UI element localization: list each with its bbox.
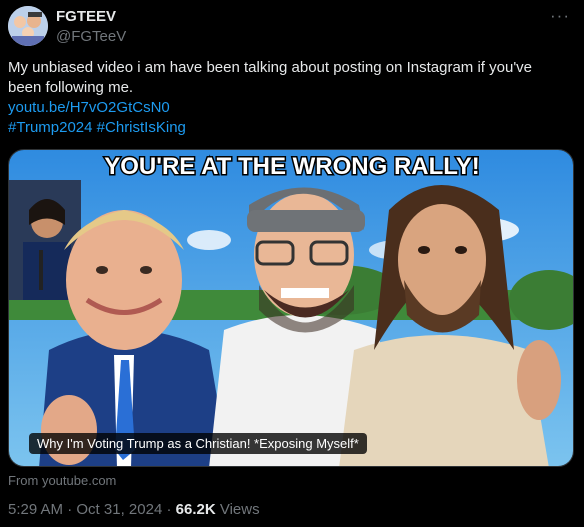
hashtag-christisking[interactable]: #ChristIsKing: [97, 119, 186, 136]
video-thumbnail: YOU'RE AT THE WRONG RALLY!: [9, 150, 573, 466]
video-title: Why I'm Voting Trump as a Christian! *Ex…: [29, 433, 367, 454]
tweet-date[interactable]: Oct 31, 2024: [76, 501, 162, 518]
thumbnail-headline: YOU'RE AT THE WRONG RALLY!: [104, 153, 479, 180]
youtube-link[interactable]: youtu.be/H7vO2GtCsN0: [8, 99, 170, 116]
link-preview-card[interactable]: YOU'RE AT THE WRONG RALLY! Why I'm Votin…: [8, 149, 574, 467]
user-handle[interactable]: @FGTeeV: [56, 28, 126, 45]
tweet-time[interactable]: 5:29 AM: [8, 501, 63, 518]
tweet-meta: 5:29 AM · Oct 31, 2024 · 66.2K Views: [8, 501, 260, 518]
views-count: 66.2K: [175, 501, 216, 518]
tweet-header: FGTEEV @FGTeeV ···: [8, 6, 576, 48]
meta-separator: ·: [63, 501, 77, 518]
views-label: Views: [219, 501, 260, 518]
display-name[interactable]: FGTEEV: [56, 8, 116, 25]
tweet-text-line-1: My unbiased video i am have been talking…: [8, 59, 533, 76]
fgteev-avatar-icon: [8, 6, 48, 46]
avatar[interactable]: [8, 6, 48, 46]
link-source[interactable]: From youtube.com: [8, 473, 116, 488]
tweet-text: My unbiased video i am have been talking…: [8, 58, 574, 138]
tweet-text-line-2: been following me.: [8, 79, 134, 96]
more-options-icon[interactable]: ···: [550, 6, 570, 26]
hashtag-trump2024[interactable]: #Trump2024: [8, 119, 93, 136]
meta-separator-2: ·: [162, 501, 176, 518]
